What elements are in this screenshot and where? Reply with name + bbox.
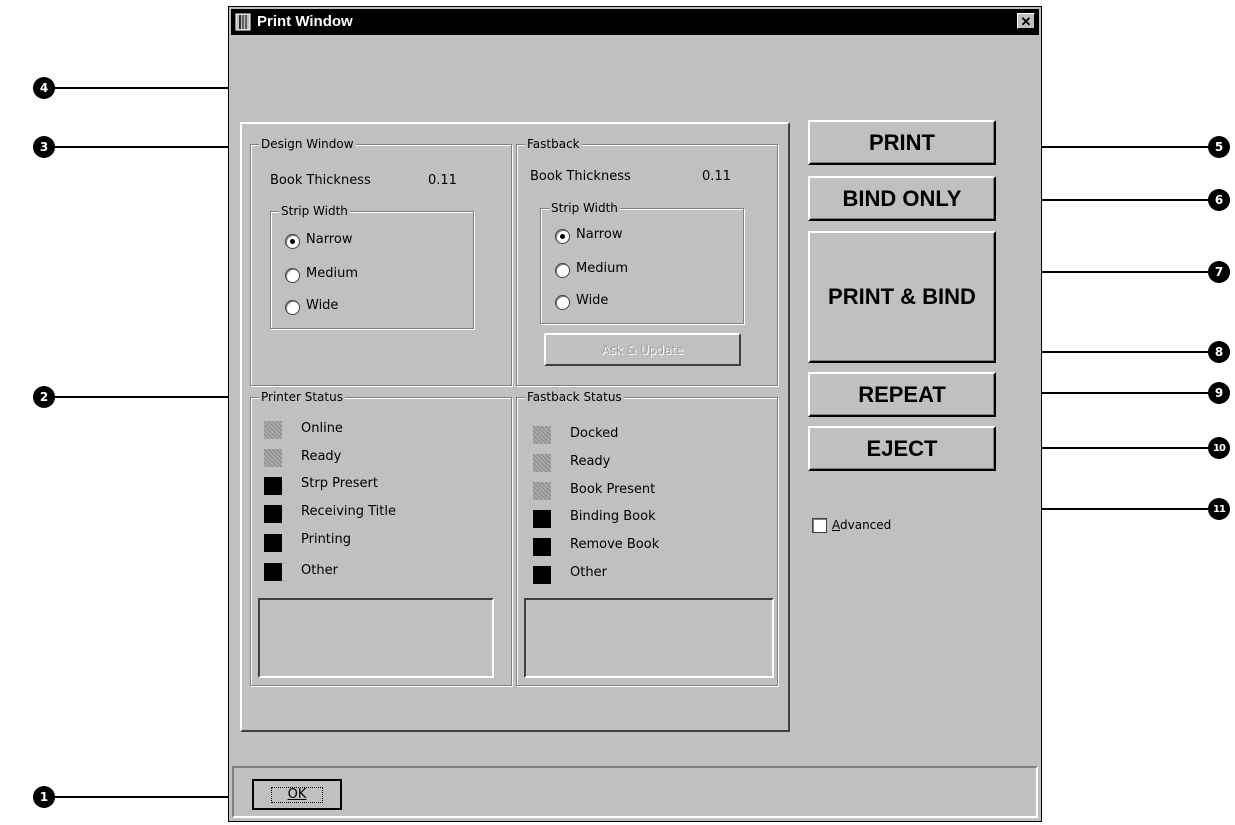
printer-receiving-title-led bbox=[264, 505, 282, 523]
design-label-medium: Medium bbox=[306, 266, 358, 281]
fastback-other-led bbox=[533, 566, 551, 584]
printer-online-led bbox=[264, 421, 282, 439]
callout-6: 6 bbox=[1208, 189, 1230, 211]
book-icon bbox=[235, 13, 251, 31]
fastback-docked-label: Docked bbox=[570, 426, 619, 441]
fastback-thickness-value: 0.11 bbox=[702, 169, 731, 184]
design-radio-wide[interactable] bbox=[285, 300, 300, 315]
printer-printing-label: Printing bbox=[301, 532, 352, 547]
callout-2: 2 bbox=[33, 386, 55, 408]
fastback-title: Fastback bbox=[525, 136, 582, 152]
printer-printing-led bbox=[264, 534, 282, 552]
design-strip-width-group: Strip Width bbox=[270, 203, 474, 329]
printer-ready-led bbox=[264, 449, 282, 467]
fastback-status-title: Fastback Status bbox=[525, 389, 624, 405]
advanced-checkbox[interactable] bbox=[812, 518, 827, 533]
fastback-radio-wide[interactable] bbox=[555, 295, 570, 310]
fastback-strip-width-title: Strip Width bbox=[549, 200, 620, 216]
printer-status-title: Printer Status bbox=[259, 389, 345, 405]
title-bar[interactable]: Print Window ✕ bbox=[231, 9, 1039, 35]
printer-receiving-title-label: Receiving Title bbox=[301, 504, 396, 519]
fastback-ready-label: Ready bbox=[570, 454, 611, 469]
ok-button-label: OK bbox=[270, 786, 324, 803]
design-thickness-value: 0.11 bbox=[428, 173, 457, 188]
close-button[interactable]: ✕ bbox=[1017, 13, 1035, 29]
fastback-status-message bbox=[524, 598, 774, 678]
callout-7: 7 bbox=[1208, 261, 1230, 283]
fastback-radio-narrow[interactable] bbox=[555, 229, 570, 244]
fastback-binding-book-led bbox=[533, 510, 551, 528]
fastback-docked-led bbox=[533, 426, 551, 444]
printer-strip-present-label: Strp Presert bbox=[301, 476, 378, 491]
eject-button[interactable]: EJECT bbox=[808, 426, 996, 471]
print-button[interactable]: PRINT bbox=[808, 120, 996, 165]
design-label-wide: Wide bbox=[306, 298, 339, 313]
ask-update-button[interactable]: Ask & Update bbox=[544, 333, 741, 366]
fastback-remove-book-label: Remove Book bbox=[570, 537, 660, 552]
fastback-radio-medium[interactable] bbox=[555, 263, 570, 278]
callout-11: 11 bbox=[1208, 498, 1230, 520]
callout-10: 10 bbox=[1208, 437, 1230, 459]
repeat-button[interactable]: REPEAT bbox=[808, 372, 996, 417]
fastback-book-present-label: Book Present bbox=[570, 482, 656, 497]
design-thickness-label: Book Thickness bbox=[270, 173, 371, 188]
design-window-title: Design Window bbox=[259, 136, 356, 152]
callout-4: 4 bbox=[33, 77, 55, 99]
design-label-narrow: Narrow bbox=[306, 232, 353, 247]
printer-ready-label: Ready bbox=[301, 449, 342, 464]
fastback-remove-book-led bbox=[533, 538, 551, 556]
printer-status-message bbox=[258, 598, 494, 678]
printer-strip-present-led bbox=[264, 477, 282, 495]
bottom-bar bbox=[232, 766, 1038, 818]
fastback-label-medium: Medium bbox=[576, 261, 628, 276]
design-radio-narrow[interactable] bbox=[285, 234, 300, 249]
fastback-strip-width-group: Strip Width bbox=[540, 200, 744, 324]
advanced-label-rest: dvanced bbox=[840, 518, 892, 532]
callout-3: 3 bbox=[33, 136, 55, 158]
callout-5: 5 bbox=[1208, 136, 1230, 158]
fastback-label-narrow: Narrow bbox=[576, 227, 623, 242]
printer-online-label: Online bbox=[301, 421, 343, 436]
window-title: Print Window bbox=[257, 13, 353, 30]
fastback-binding-book-label: Binding Book bbox=[570, 509, 656, 524]
fastback-thickness-label: Book Thickness bbox=[530, 169, 631, 184]
fastback-other-label: Other bbox=[570, 565, 607, 580]
print-and-bind-button[interactable]: PRINT & BIND bbox=[808, 231, 996, 363]
callout-1: 1 bbox=[33, 786, 55, 808]
design-strip-width-title: Strip Width bbox=[279, 203, 350, 219]
advanced-label[interactable]: Advanced bbox=[832, 518, 891, 532]
close-icon: ✕ bbox=[1020, 14, 1032, 29]
callout-8: 8 bbox=[1208, 341, 1230, 363]
fastback-ready-led bbox=[533, 454, 551, 472]
bind-only-button[interactable]: BIND ONLY bbox=[808, 176, 996, 221]
callout-9: 9 bbox=[1208, 382, 1230, 404]
fastback-book-present-led bbox=[533, 482, 551, 500]
fastback-label-wide: Wide bbox=[576, 293, 609, 308]
design-radio-medium[interactable] bbox=[285, 268, 300, 283]
printer-other-label: Other bbox=[301, 563, 338, 578]
ok-button[interactable]: OK bbox=[252, 779, 342, 810]
printer-other-led bbox=[264, 563, 282, 581]
